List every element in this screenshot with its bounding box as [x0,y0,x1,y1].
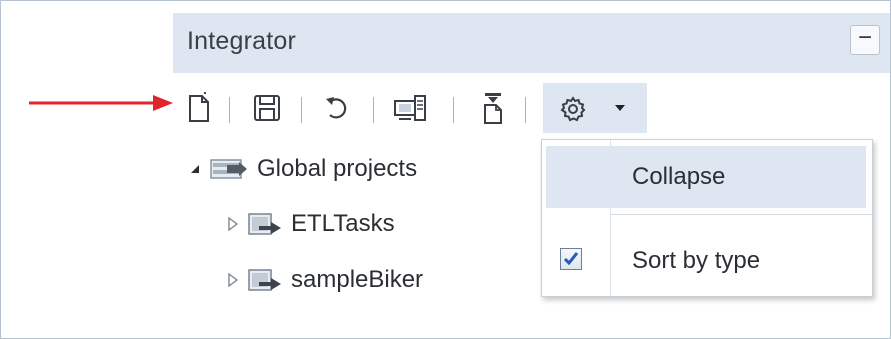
tree-node-label: Global projects [257,155,418,182]
settings-menu: Collapse Sort by type [541,139,873,297]
save-icon [254,95,280,121]
refresh-button[interactable] [319,89,355,127]
toolbar-separator [301,97,302,123]
menu-item-sort-by-type[interactable]: Sort by type [542,230,872,292]
tree-node-global-projects[interactable]: Global projects [185,154,417,184]
checkmark-icon [563,252,579,266]
left-margin [1,1,173,338]
gear-icon [560,96,586,122]
projects-folder-icon [210,159,247,179]
new-file-icon [189,92,209,122]
minimize-button[interactable]: − [850,25,880,55]
toolbar-separator [229,97,230,123]
menu-item-label: Sort by type [632,247,761,274]
integrator-panel: Integrator − Global projects ETLTasks sa… [0,0,891,339]
upload-icon [484,93,502,124]
sort-by-type-checkbox[interactable] [560,248,582,270]
tree-node-etltasks[interactable]: ETLTasks [223,209,395,239]
project-icon [248,213,281,235]
upload-button[interactable] [475,89,511,127]
annotation-arrow-icon [29,95,173,111]
collapsed-triangle-icon[interactable] [223,273,243,287]
deploy-button[interactable] [393,89,429,127]
panel-title: Integrator [187,27,297,55]
collapsed-triangle-icon[interactable] [223,217,243,231]
save-button[interactable] [249,89,285,127]
chevron-down-icon [615,105,625,111]
new-project-button[interactable] [181,89,217,127]
panel-header: Integrator − [173,13,890,73]
menu-divider [610,214,872,215]
toolbar-separator [453,97,454,123]
menu-item-collapse[interactable]: Collapse [546,146,866,208]
project-icon [248,269,281,291]
deploy-icon [394,95,426,121]
toolbar-separator [373,97,374,123]
tree-node-label: ETLTasks [291,210,395,237]
toolbar-separator [525,97,526,123]
refresh-icon [326,97,347,119]
expanded-triangle-icon[interactable] [185,163,205,175]
settings-dropdown-button[interactable] [543,83,647,133]
menu-item-label: Collapse [632,163,726,190]
tree-node-label: sampleBiker [291,266,424,293]
tree-node-samplebiker[interactable]: sampleBiker [223,265,423,295]
